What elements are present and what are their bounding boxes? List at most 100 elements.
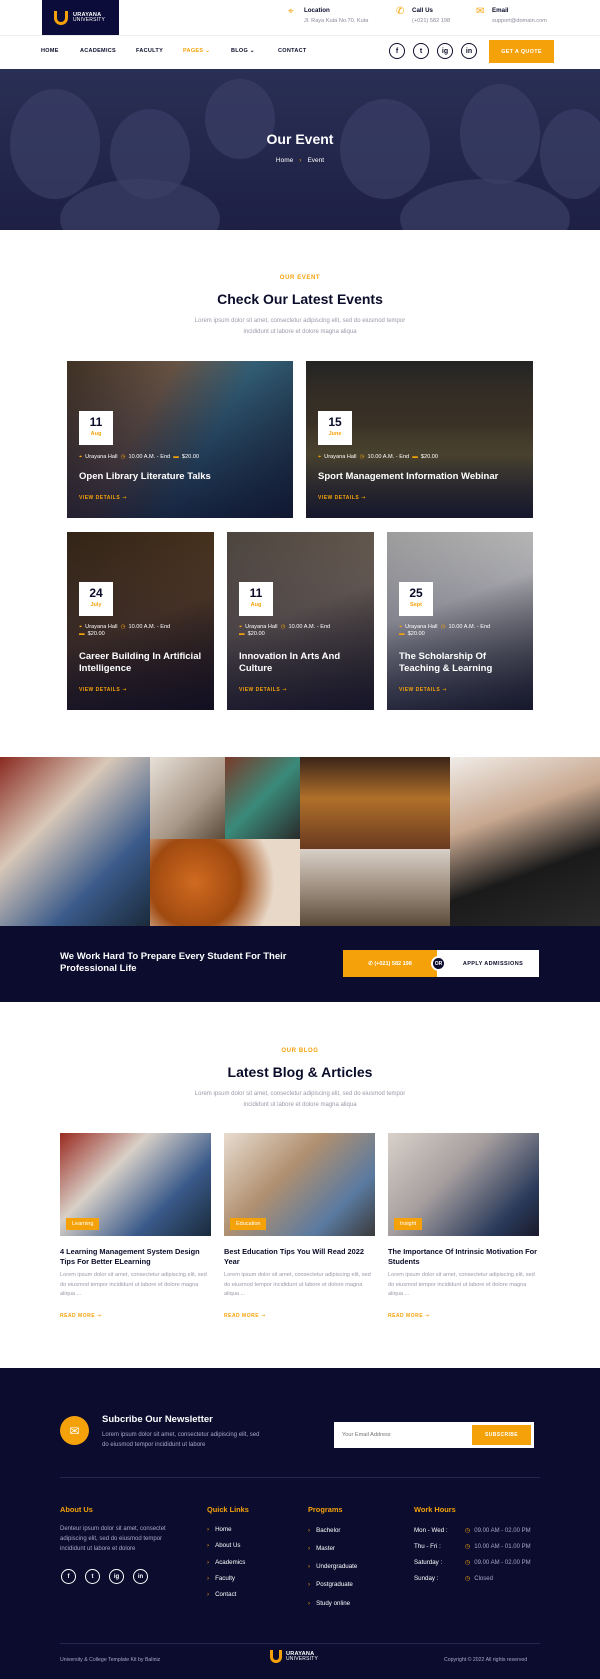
cta-text: We Work Hard To Prepare Every Student Fo…: [60, 951, 287, 974]
facebook-icon[interactable]: f: [389, 43, 405, 59]
events-description: Lorem ipsum dolor sit amet, consectetur …: [194, 318, 406, 335]
footer-link[interactable]: › Academics: [207, 1559, 245, 1566]
gallery-image: [300, 849, 450, 926]
get-a-quote-button[interactable]: GET A QUOTE: [489, 40, 554, 63]
work-hours-heading: Work Hours: [414, 1505, 456, 1514]
view-details-link[interactable]: VIEW DETAILS ➝: [79, 687, 127, 693]
nav-pages[interactable]: PAGES ⌄: [183, 48, 210, 54]
arrow-right-icon: ➝: [122, 495, 127, 501]
twitter-icon[interactable]: t: [413, 43, 429, 59]
nav-academics[interactable]: ACADEMICS: [80, 48, 116, 54]
chevron-right-icon: ›: [207, 1575, 210, 1582]
event-title[interactable]: Sport Management Information Webinar: [318, 471, 525, 483]
clock-icon: ◷: [465, 1576, 471, 1582]
about-text: Denteur ipsum dolor sit amet, consectet …: [60, 1526, 166, 1552]
arrow-right-icon: ➝: [260, 1313, 266, 1319]
clock-icon: ◷: [359, 454, 365, 460]
hours-day: Sunday :: [414, 1575, 439, 1582]
event-card[interactable]: 25 Sept ⌖ Urayana Hall ◷ 10.00 A.M. - End ▬ $…: [387, 532, 533, 710]
ticket-icon: ▬: [79, 631, 85, 637]
clock-icon: ◷: [465, 1560, 471, 1566]
footer-link[interactable]: › About Us: [207, 1542, 241, 1549]
post-image[interactable]: Education: [224, 1133, 375, 1236]
post-tag[interactable]: Learning: [66, 1218, 100, 1230]
event-date: 15 June: [318, 411, 352, 445]
nav-home[interactable]: HOME: [41, 48, 59, 54]
nav-blog[interactable]: BLOG ⌄: [231, 48, 255, 54]
chevron-right-icon: ›: [308, 1563, 311, 1570]
event-meta: ⌖ Urayana Hall ◷ 10.00 A.M. - End ▬ $20.00: [399, 624, 491, 637]
about-heading: About Us: [60, 1505, 93, 1514]
read-more-link[interactable]: READ MORE ➝: [60, 1313, 102, 1319]
facebook-icon[interactable]: f: [61, 1569, 76, 1584]
contact-location: ⌖ Location Jl. Raya Kuta No.70, Kuta: [288, 6, 369, 25]
event-card[interactable]: 11 Aug ⌖ Urayana Hall ◷ 10.00 A.M. - End ▬ $…: [67, 361, 293, 518]
chevron-down-icon: ⌄: [205, 48, 211, 54]
chevron-right-icon: ›: [207, 1591, 210, 1598]
post-image[interactable]: Learning: [60, 1133, 211, 1236]
program-link[interactable]: › Master: [308, 1545, 335, 1552]
map-pin-icon: ⌖: [288, 6, 294, 17]
event-date: 24 July: [79, 582, 113, 616]
event-title[interactable]: Open Library Literature Talks: [79, 471, 285, 483]
apply-admissions-button[interactable]: APPLY ADMISSIONS: [437, 950, 539, 977]
read-more-link[interactable]: READ MORE ➝: [388, 1313, 430, 1319]
hero-banner: [0, 69, 600, 230]
site-logo[interactable]: URAYANA UNIVERSITY: [42, 0, 119, 35]
footer-link[interactable]: › Contact: [207, 1591, 236, 1598]
breadcrumb-home[interactable]: Home: [276, 157, 293, 164]
view-details-link[interactable]: VIEW DETAILS ➝: [239, 687, 287, 693]
post-title[interactable]: Best Education Tips You Will Read 2022 Y…: [224, 1247, 375, 1267]
footer-link[interactable]: › Faculty: [207, 1575, 235, 1582]
subscribe-button[interactable]: SUBSCRIBE: [472, 1425, 531, 1445]
instagram-icon[interactable]: ig: [437, 43, 453, 59]
post-title[interactable]: The Importance Of Intrinsic Motivation F…: [388, 1247, 539, 1267]
clock-icon: ◷: [465, 1528, 471, 1534]
ticket-icon: ▬: [239, 631, 245, 637]
view-details-link[interactable]: VIEW DETAILS ➝: [318, 495, 366, 501]
program-link[interactable]: › Undergraduate: [308, 1563, 357, 1570]
twitter-icon[interactable]: t: [85, 1569, 100, 1584]
event-meta: ⌖ Urayana Hall ◷ 10.00 A.M. - End ▬ $20.00: [79, 624, 171, 637]
arrow-right-icon: ➝: [424, 1313, 430, 1319]
footer-link[interactable]: › Home: [207, 1526, 232, 1533]
gallery-image: [450, 757, 600, 926]
blog-eyebrow: OUR BLOG: [281, 1048, 319, 1054]
post-tag[interactable]: Insight: [394, 1218, 423, 1230]
brand-sub: UNIVERSITY: [73, 16, 106, 23]
event-card[interactable]: 11 Aug ⌖ Urayana Hall ◷ 10.00 A.M. - End ▬ $2…: [227, 532, 374, 710]
map-pin-icon: ⌖: [239, 624, 243, 630]
gallery-image: [150, 839, 300, 926]
event-title[interactable]: Innovation In Arts And Culture: [239, 651, 366, 675]
nav-faculty[interactable]: FACULTY: [136, 48, 163, 54]
view-details-link[interactable]: VIEW DETAILS ➝: [399, 687, 447, 693]
hours-time: ◷ Closed: [465, 1576, 493, 1582]
chevron-right-icon: ›: [207, 1559, 210, 1566]
gallery-image: [300, 757, 450, 849]
view-details-link[interactable]: VIEW DETAILS ➝: [79, 495, 127, 501]
post-title[interactable]: 4 Learning Management System Design Tips…: [60, 1247, 211, 1267]
event-card[interactable]: 15 June ⌖ Urayana Hall ◷ 10.00 A.M. - End ▬…: [306, 361, 533, 518]
event-title[interactable]: Career Building In Artificial Intelligen…: [79, 651, 206, 675]
or-badge: OR: [431, 956, 446, 971]
program-link[interactable]: › Postgraduate: [308, 1581, 353, 1588]
program-link[interactable]: › Study online: [308, 1600, 350, 1607]
event-card[interactable]: 24 July ⌖ Urayana Hall ◷ 10.00 A.M. - End ▬ $…: [67, 532, 214, 710]
hours-day: Saturday :: [414, 1559, 443, 1566]
event-date: 25 Sept: [399, 582, 433, 616]
post-image[interactable]: Insight: [388, 1133, 539, 1236]
linkedin-icon[interactable]: in: [461, 43, 477, 59]
linkedin-icon[interactable]: in: [133, 1569, 148, 1584]
footer-logo[interactable]: URAYANA UNIVERSITY: [270, 1650, 318, 1663]
template-credit: University & College Template Kit by Bal…: [60, 1657, 161, 1663]
event-title[interactable]: The Scholarship Of Teaching & Learning: [399, 651, 525, 675]
program-link[interactable]: › Bachelor: [308, 1527, 340, 1534]
call-button[interactable]: ✆ (+021) 582 198: [343, 950, 437, 977]
read-more-link[interactable]: READ MORE ➝: [224, 1313, 266, 1319]
instagram-icon[interactable]: ig: [109, 1569, 124, 1584]
post-tag[interactable]: Education: [230, 1218, 267, 1230]
map-pin-icon: ⌖: [79, 454, 83, 460]
events-eyebrow: OUR EVENT: [279, 275, 321, 281]
nav-contact[interactable]: CONTACT: [278, 48, 307, 54]
ticket-icon: ▬: [173, 454, 179, 460]
